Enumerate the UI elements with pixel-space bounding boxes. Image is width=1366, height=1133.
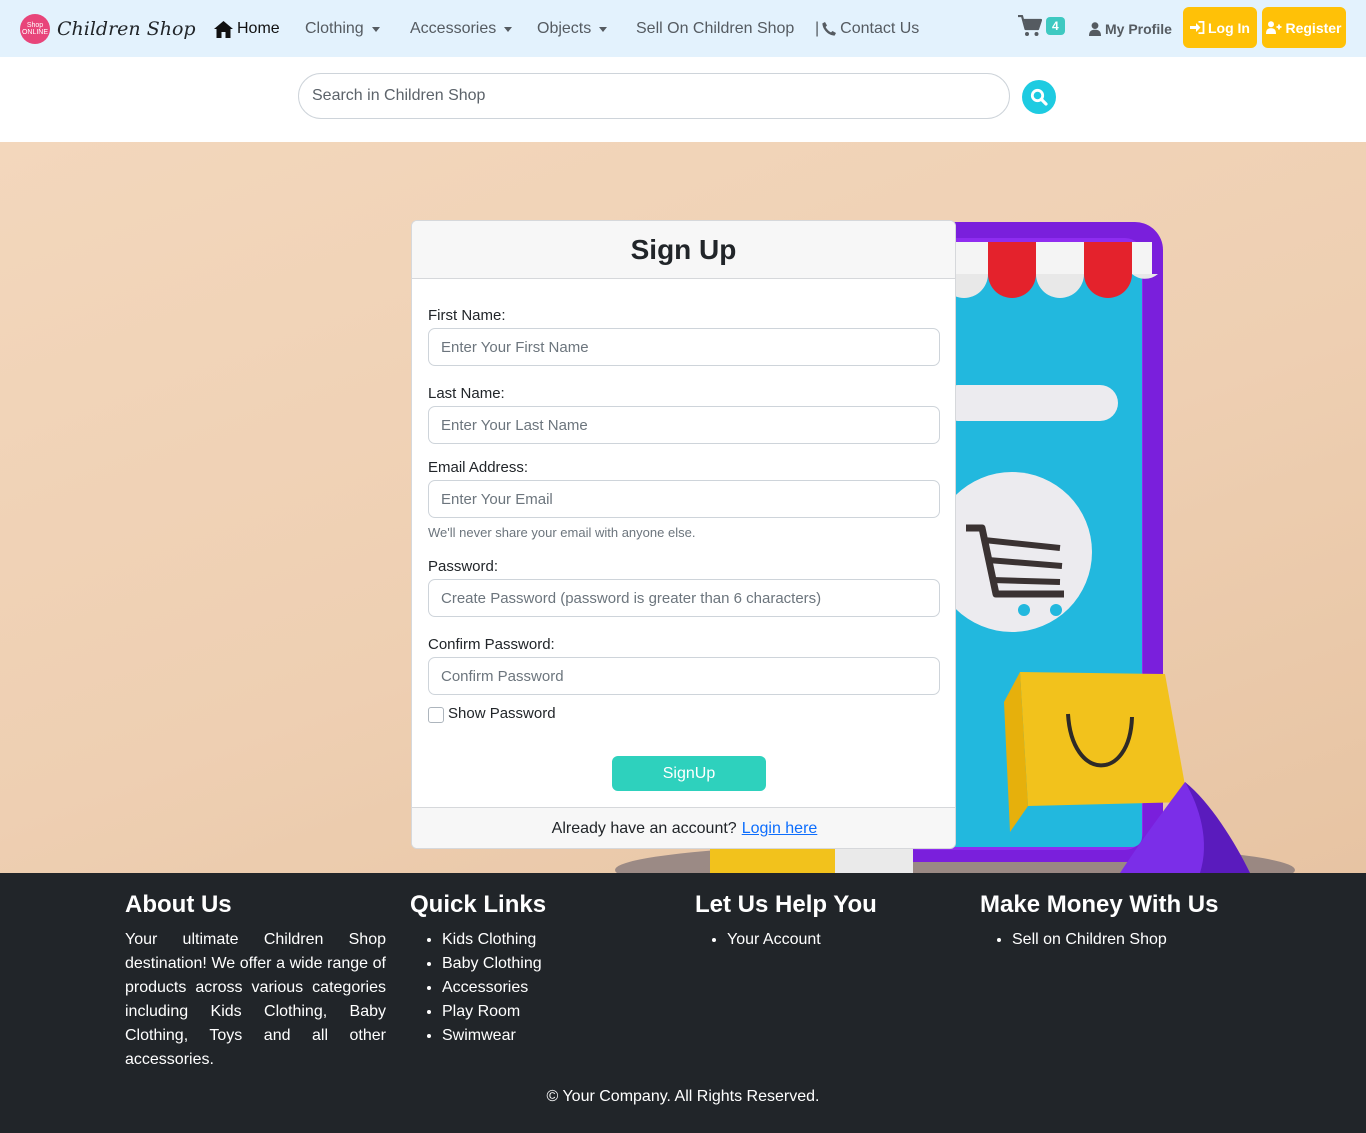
first-name-field[interactable] (428, 328, 940, 366)
nav-cart[interactable]: 4 (1018, 15, 1065, 36)
nav-objects[interactable]: Objects (537, 19, 608, 39)
navbar: Shop ONLINE Children Shop Home Clothing … (0, 0, 1366, 57)
nav-accessories-label: Accessories (410, 20, 497, 37)
footer-help: Let Us Help You Your Account (695, 891, 877, 952)
search-button[interactable] (1022, 80, 1056, 114)
signup-title: Sign Up (412, 221, 955, 279)
login-button-label: Log In (1208, 19, 1250, 36)
password-label: Password: (428, 558, 499, 575)
login-button[interactable]: Log In (1183, 7, 1257, 48)
email-field[interactable] (428, 480, 940, 518)
footer-help-title: Let Us Help You (695, 891, 877, 918)
footer-quick-links: Quick Links Kids Clothing Baby Clothing … (410, 891, 546, 1048)
nav-sell-label: Sell On Children Shop (636, 20, 795, 37)
footer-link-your-account[interactable]: Your Account (727, 928, 877, 952)
nav-contact-label: Contact Us (840, 20, 920, 37)
footer: About Us Your ultimate Children Shop des… (0, 873, 1366, 1133)
password-field[interactable] (428, 579, 940, 617)
nav-contact[interactable]: | Contact Us (815, 19, 919, 39)
confirm-password-label: Confirm Password: (428, 636, 555, 653)
footer-link-accessories[interactable]: Accessories (442, 976, 546, 1000)
brand-logo-line1: Shop (26, 22, 44, 29)
confirm-password-field[interactable] (428, 657, 940, 695)
email-help-text: We'll never share your email with anyone… (428, 525, 696, 540)
last-name-label: Last Name: (428, 385, 505, 402)
footer-link-kids-clothing[interactable]: Kids Clothing (442, 928, 546, 952)
nav-profile-label: My Profile (1105, 21, 1172, 37)
register-button-label: Register (1285, 19, 1342, 36)
sign-in-icon (1190, 21, 1205, 34)
footer-money-title: Make Money With Us (980, 891, 1219, 918)
first-name-label: First Name: (428, 307, 506, 324)
nav-separator: | (815, 20, 820, 37)
signup-card: Sign Up First Name: Last Name: Email Add… (411, 220, 956, 849)
brand-logo: Shop ONLINE (20, 14, 50, 44)
nav-home[interactable]: Home (214, 19, 280, 39)
phone-icon (822, 22, 837, 36)
nav-accessories[interactable]: Accessories (410, 19, 513, 39)
cart-count-badge: 4 (1046, 17, 1065, 35)
show-password-label[interactable]: Show Password (448, 705, 556, 722)
footer-money: Make Money With Us Sell on Children Shop (980, 891, 1219, 952)
footer-about-title: About Us (125, 891, 232, 918)
chevron-down-icon (599, 26, 608, 32)
brand-logo-line2: ONLINE (21, 29, 49, 36)
show-password-checkbox[interactable] (428, 707, 444, 723)
search-input[interactable] (298, 73, 1010, 119)
signup-button[interactable]: SignUp (612, 756, 766, 791)
footer-link-baby-clothing[interactable]: Baby Clothing (442, 952, 546, 976)
copyright: © Your Company. All Rights Reserved. (546, 1088, 820, 1105)
footer-link-swimwear[interactable]: Swimwear (442, 1024, 546, 1048)
user-plus-icon (1266, 21, 1282, 34)
nav-home-label: Home (237, 20, 280, 37)
home-icon (214, 20, 233, 38)
signup-card-footer: Already have an account? Login here (412, 807, 955, 848)
already-account-text: Already have an account? (551, 820, 737, 837)
footer-about-text: Your ultimate Children Shop destination!… (125, 931, 386, 1068)
footer-quick-links-title: Quick Links (410, 891, 547, 918)
nav-clothing[interactable]: Clothing (305, 19, 380, 39)
brand-name: Children Shop (57, 18, 196, 40)
search-icon (1030, 88, 1048, 106)
nav-objects-label: Objects (537, 20, 592, 37)
nav-profile[interactable]: My Profile (1089, 19, 1172, 39)
register-button[interactable]: Register (1262, 7, 1346, 48)
cart-icon (1018, 15, 1042, 36)
login-link[interactable]: Login here (742, 820, 818, 838)
email-label: Email Address: (428, 459, 529, 476)
user-icon (1089, 22, 1101, 36)
chevron-down-icon (504, 26, 513, 32)
chevron-down-icon (371, 26, 380, 32)
brand[interactable]: Shop ONLINE Children Shop (20, 14, 196, 44)
nav-clothing-label: Clothing (305, 20, 364, 37)
footer-link-sell[interactable]: Sell on Children Shop (1012, 928, 1219, 952)
last-name-field[interactable] (428, 406, 940, 444)
footer-about: About Us Your ultimate Children Shop des… (125, 891, 386, 1072)
footer-link-play-room[interactable]: Play Room (442, 1000, 546, 1024)
nav-sell[interactable]: Sell On Children Shop (636, 19, 794, 39)
